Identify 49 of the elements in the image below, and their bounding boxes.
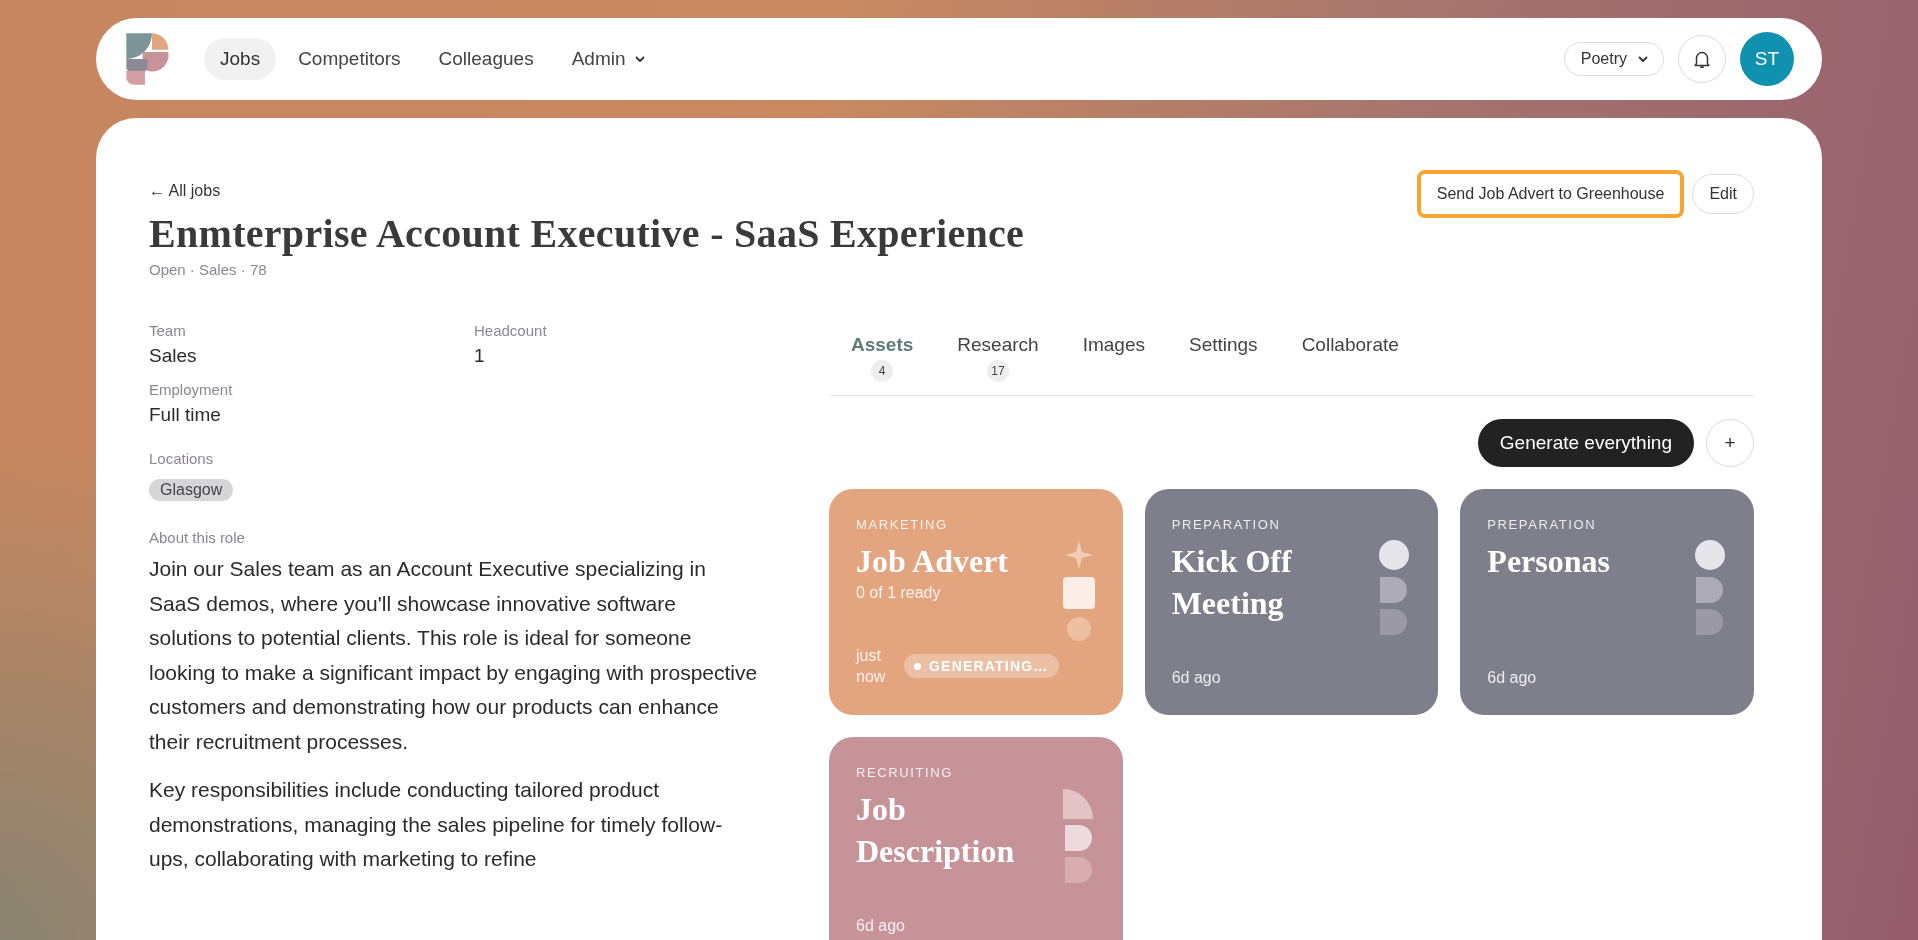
action-button[interactable]: Edit (1692, 174, 1754, 214)
nav-link[interactable]: Jobs (204, 38, 277, 80)
asset-card[interactable]: PREPARATION Personas 6d ago (1460, 489, 1754, 715)
job-title: Enmterprise Account Executive - SaaS Experience (149, 210, 1025, 257)
notifications-button[interactable] (1678, 35, 1726, 83)
generate-everything-button[interactable]: Generate everything (1477, 419, 1694, 467)
card-timestamp: just now (856, 646, 887, 687)
card-category: PREPARATION (1171, 517, 1281, 532)
location-tag: Glasgow (149, 479, 234, 501)
card-timestamp: 6d ago (856, 917, 905, 935)
user-avatar[interactable]: ST (1740, 32, 1794, 86)
description-paragraph: Join our Sales team as an Account Executive specializing in SaaS demos, where you'll showcase innovative software solutions to potential clients. This role is ideal for someone looking to make a significant impact by engaging with prospective customers and demonstrating how our products can enhance their recruitment processes. (149, 556, 759, 755)
card-category: MARKETING (856, 517, 948, 532)
job-meta: Open · Sales · 78 (149, 261, 268, 278)
count-badge: 17 (987, 360, 1009, 382)
card-progress: 0 of 1 ready (856, 584, 941, 602)
back-link[interactable]: ← All jobs (149, 182, 221, 200)
card-timestamp: 6d ago (1171, 669, 1221, 687)
card-category: PREPARATION (1487, 517, 1597, 532)
card-title: Job Description (856, 790, 1016, 871)
status-badge: GENERATING… (904, 654, 1059, 678)
nav-link[interactable]: Competitors (282, 38, 417, 80)
tab[interactable]: Research 17 (957, 334, 1039, 382)
tab[interactable]: Collaborate (1301, 334, 1399, 356)
workspace-dropdown[interactable]: Poetry (1563, 42, 1664, 76)
add-button[interactable]: + (1706, 419, 1754, 467)
status-dot-icon (914, 662, 921, 670)
card-title: Personas (1487, 542, 1610, 581)
count-badge: 4 (871, 360, 894, 382)
field-value: Sales (149, 345, 198, 367)
field-value: Full time (149, 404, 222, 426)
field-label: Locations (149, 450, 215, 467)
tab[interactable]: Settings (1188, 334, 1258, 356)
field-value: 1 (474, 345, 486, 367)
nav-link[interactable]: Admin (555, 38, 662, 80)
nav-link[interactable]: Colleagues (422, 38, 550, 80)
field-label: Team (149, 322, 187, 339)
card-category: RECRUITING (856, 765, 953, 780)
card-timestamp: 6d ago (1487, 669, 1537, 687)
field-label: About this role (149, 529, 246, 546)
tab[interactable]: Images (1082, 334, 1145, 356)
card-title: Job Advert (856, 542, 1008, 581)
field-label: Employment (149, 381, 234, 398)
card-title: Kick Off Meeting (1171, 542, 1293, 623)
tab[interactable]: Assets 4 (851, 334, 914, 382)
action-button[interactable]: Send Job Advert to Greenhouse (1416, 170, 1685, 218)
asset-card[interactable]: PREPARATION Kick Off Meeting 6d ago (1144, 489, 1439, 715)
description-paragraph: Key responsibilities include conducting tailored product demonstrations, managing the sales pipeline for timely follow-ups, collaborating with marketing to refine (149, 777, 724, 872)
field-label: Headcount (474, 322, 548, 339)
